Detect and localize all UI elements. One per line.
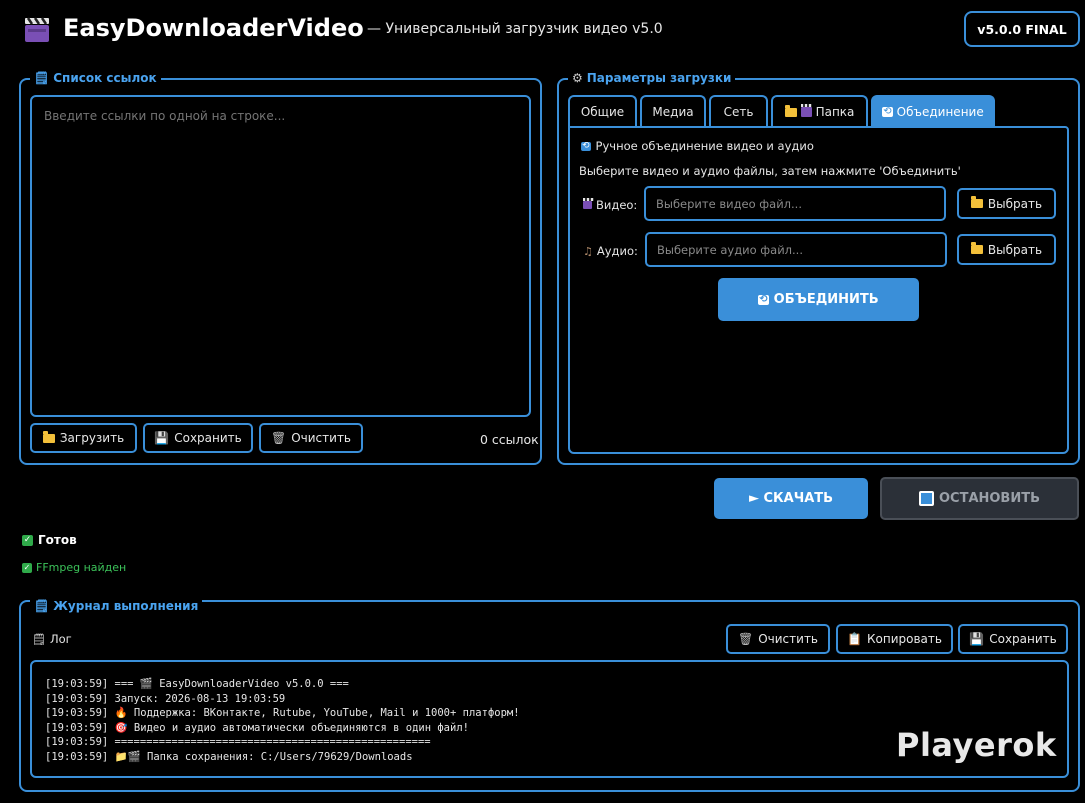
choose-audio-button[interactable]: Выбрать [957, 234, 1056, 265]
save-links-label: Сохранить [174, 431, 242, 445]
log-label-text: Лог [49, 632, 72, 646]
trash-icon: 🗑 [270, 431, 287, 445]
sync-icon: ⟲ [882, 106, 893, 117]
links-panel-title: 🗒 Список ссылок [30, 71, 161, 85]
copy-log-label: Копировать [867, 632, 942, 646]
choose-video-label: Выбрать [987, 196, 1043, 211]
clear-links-button[interactable]: 🗑 Очистить [259, 423, 363, 453]
status-ffmpeg-text: FFmpeg найден [36, 561, 127, 574]
app-logo-icon [24, 15, 50, 43]
save-log-button[interactable]: 💾 Сохранить [958, 624, 1068, 654]
sync-icon: ⟲ [581, 140, 591, 151]
clipboard-icon: 📋 [847, 632, 862, 646]
clapperboard-icon [800, 104, 812, 117]
log-line: [19:03:59] 🔥 Поддержка: ВКонтакте, Rutub… [45, 707, 520, 720]
load-links-label: Загрузить [59, 431, 125, 445]
params-panel-title-text: Параметры загрузки [586, 71, 732, 85]
links-count: 0 ссылок [480, 432, 539, 447]
params-panel-title: ⚙ Параметры загрузки [568, 71, 736, 85]
floppy-icon: 💾 [969, 632, 985, 646]
notepad-icon: 🗒 [34, 599, 50, 613]
stop-icon [918, 491, 934, 506]
download-button[interactable]: ► СКАЧАТЬ [714, 478, 868, 519]
gear-icon: ⚙ [572, 71, 583, 85]
load-links-button[interactable]: Загрузить [30, 423, 137, 453]
save-links-button[interactable]: 💾 Сохранить [143, 423, 253, 453]
audio-file-placeholder: Выберите аудио файл... [657, 242, 803, 257]
status-ffmpeg: ✓ FFmpeg найден [22, 561, 126, 574]
floppy-icon: 💾 [154, 431, 170, 445]
app-subtitle: — Универсальный загрузчик видео v5.0 [367, 21, 663, 37]
log-line: [19:03:59] === 🎬 EasyDownloaderVideo v5.… [45, 678, 349, 690]
audio-file-input[interactable]: Выберите аудио файл... [645, 232, 947, 267]
video-label: Видео: [583, 198, 637, 212]
log-label: 🗒 Лог [32, 632, 72, 646]
clear-log-label: Очистить [758, 632, 819, 646]
check-icon: ✓ [22, 534, 33, 546]
audio-label-text: Аудио: [596, 244, 638, 258]
tab-network[interactable]: Сеть [709, 95, 768, 127]
tab-network-label: Сеть [723, 105, 754, 119]
folder-icon [784, 104, 797, 117]
merge-heading-text: Ручное объединение видео и аудио [595, 139, 814, 153]
folder-icon [42, 430, 55, 443]
log-line: [19:03:59] Запуск: 2026-08-13 19:03:59 [45, 692, 286, 705]
status-main: ✓ Готов [22, 533, 77, 547]
notepad-icon: 🗒 [34, 71, 50, 85]
tab-merge-label: Объединение [896, 105, 984, 119]
version-badge: v5.0.0 FINAL [964, 11, 1080, 47]
links-textarea[interactable] [30, 95, 531, 417]
merge-button[interactable]: ⟲ ОБЪЕДИНИТЬ [718, 278, 919, 321]
choose-video-button[interactable]: Выбрать [957, 188, 1056, 219]
log-panel-title-text: Журнал выполнения [53, 599, 199, 613]
video-file-input[interactable]: Выберите видео файл... [644, 186, 946, 221]
save-log-label: Сохранить [989, 632, 1057, 646]
folder-icon [970, 242, 983, 254]
notepad-icon: 🗒 [32, 632, 46, 646]
clapperboard-icon [583, 198, 594, 209]
status-main-text: Готов [38, 533, 77, 547]
merge-button-label: ОБЪЕДИНИТЬ [773, 292, 879, 307]
app-title: EasyDownloaderVideo [63, 14, 364, 42]
links-panel-title-text: Список ссылок [53, 71, 157, 85]
download-button-label: ► СКАЧАТЬ [748, 491, 834, 506]
stop-button-label: ОСТАНОВИТЬ [938, 491, 1041, 506]
clear-links-label: Очистить [291, 431, 352, 445]
check-icon: ✓ [22, 562, 32, 573]
music-note-icon: ♫ [583, 244, 593, 258]
video-label-text: Видео: [596, 198, 638, 212]
tab-media-label: Медиа [652, 105, 694, 119]
choose-audio-label: Выбрать [987, 242, 1043, 257]
log-panel-title: 🗒 Журнал выполнения [30, 599, 203, 613]
clear-log-button[interactable]: 🗑 Очистить [726, 624, 830, 654]
merge-heading: ⟲ Ручное объединение видео и аудио [581, 139, 814, 153]
tab-general-label: Общие [580, 105, 625, 119]
video-file-placeholder: Выберите видео файл... [656, 196, 802, 211]
merge-hint: Выберите видео и аудио файлы, затем нажм… [579, 164, 961, 178]
tab-media[interactable]: Медиа [640, 95, 706, 127]
trash-icon: 🗑 [737, 632, 754, 646]
tab-merge[interactable]: ⟲ Объединение [871, 95, 995, 127]
sync-icon: ⟲ [758, 293, 769, 305]
copy-log-button[interactable]: 📋 Копировать [836, 624, 953, 654]
tab-folder[interactable]: Папка [771, 95, 868, 127]
audio-label: ♫ Аудио: [583, 244, 638, 258]
stop-button[interactable]: ОСТАНОВИТЬ [880, 477, 1079, 520]
version-badge-text: v5.0.0 FINAL [977, 21, 1067, 37]
watermark: Playerok [896, 726, 1057, 764]
tab-folder-label: Папка [815, 105, 855, 119]
tab-general[interactable]: Общие [568, 95, 637, 127]
folder-icon [970, 196, 983, 208]
